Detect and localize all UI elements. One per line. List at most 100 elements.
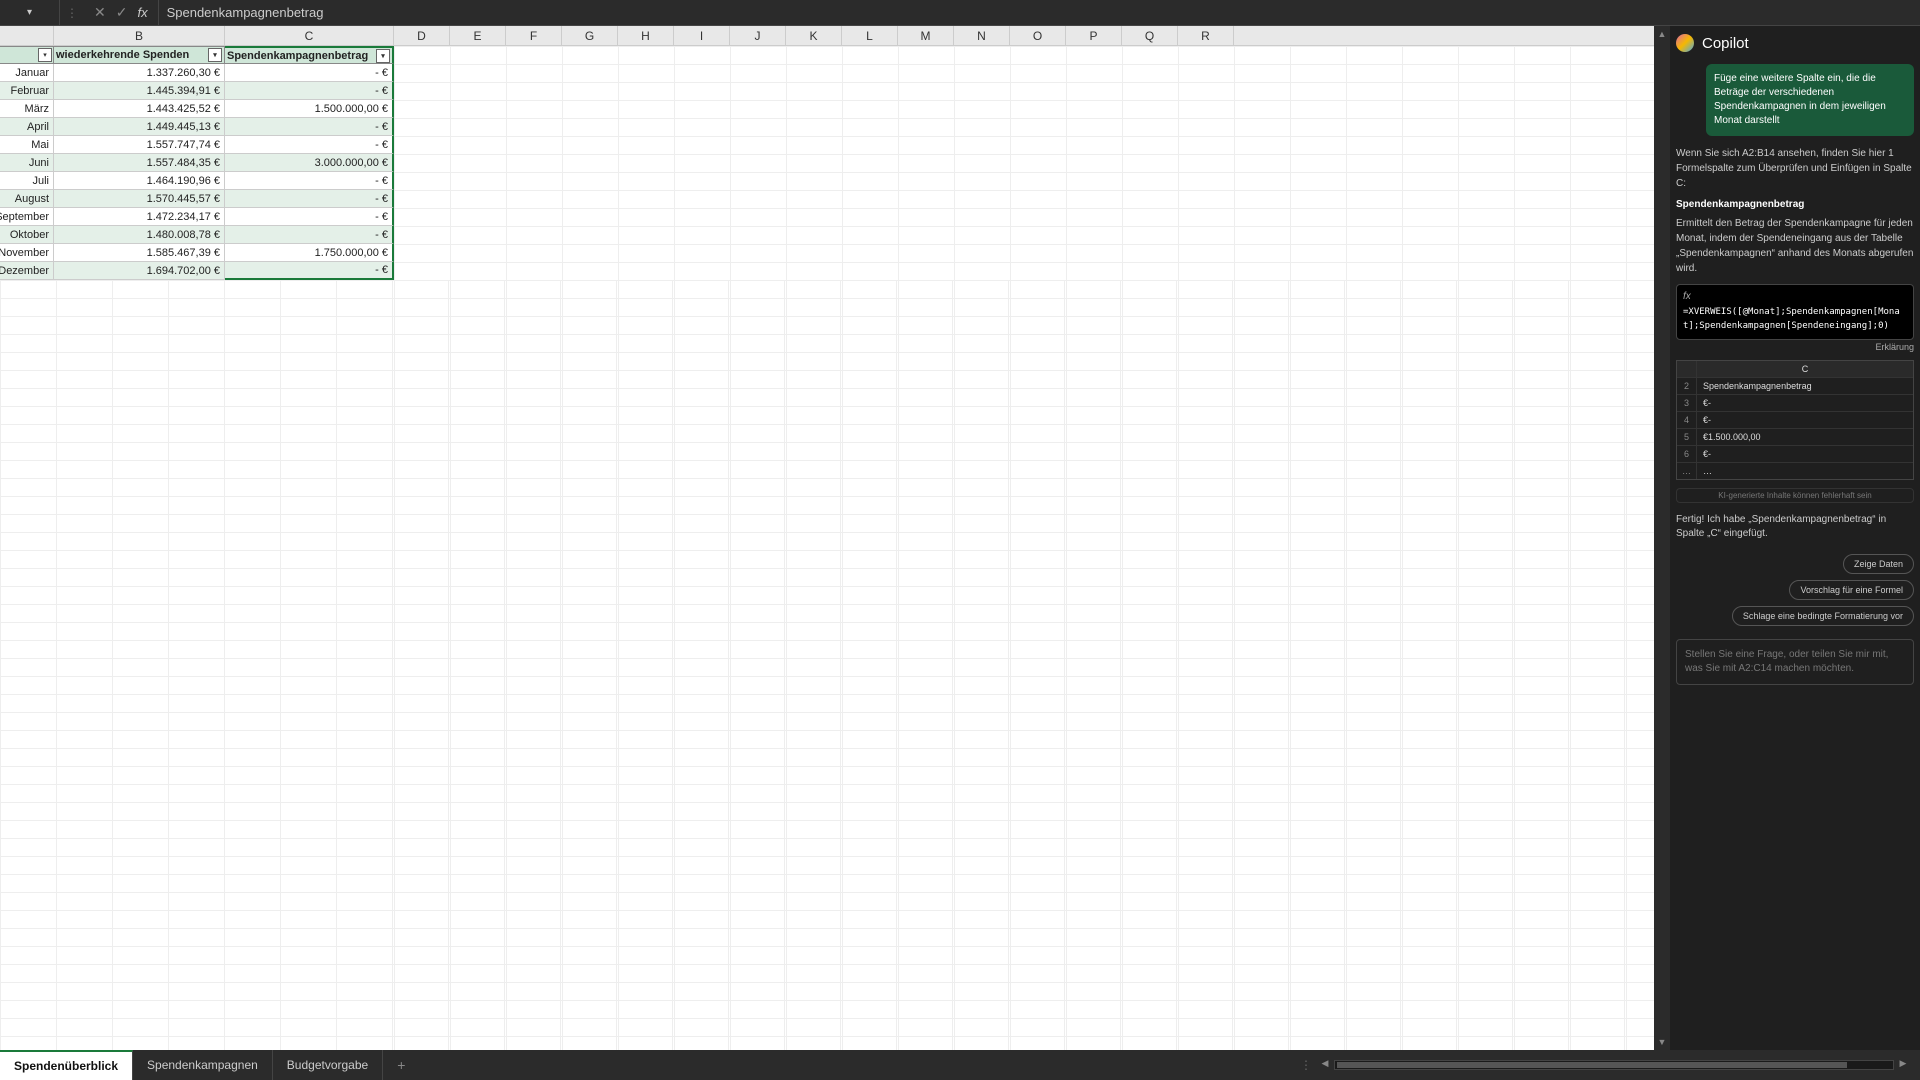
formula-code[interactable]: =XVERWEIS([@Monat];Spendenkampagnen[Mona… (1683, 306, 1907, 333)
col-header-n[interactable]: N (954, 26, 1010, 45)
table-row[interactable]: September1.472.234,17 €- € (0, 208, 394, 226)
col-header-g[interactable]: G (562, 26, 618, 45)
recurring-cell[interactable]: 1.449.445,13 € (54, 118, 225, 136)
campaign-cell[interactable]: - € (225, 118, 394, 136)
campaign-cell[interactable]: - € (225, 172, 394, 190)
ask-input[interactable]: Stellen Sie eine Frage, oder teilen Sie … (1676, 639, 1914, 685)
recurring-cell[interactable]: 1.445.394,91 € (54, 82, 225, 100)
col-header-p[interactable]: P (1066, 26, 1122, 45)
sheet-tab-spendenueberblick[interactable]: Spendenüberblick (0, 1050, 133, 1080)
month-cell[interactable]: Januar (0, 64, 54, 82)
divider-icon: ⋮ (60, 6, 84, 20)
col-header-d[interactable]: D (394, 26, 450, 45)
name-box[interactable]: ▾ (0, 0, 60, 25)
sheet-tab-budgetvorgabe[interactable]: Budgetvorgabe (273, 1050, 383, 1080)
recurring-cell[interactable]: 1.337.260,30 € (54, 64, 225, 82)
recurring-cell[interactable]: 1.570.445,57 € (54, 190, 225, 208)
user-message: Füge eine weitere Spalte ein, die die Be… (1706, 64, 1914, 136)
table-row[interactable]: März1.443.425,52 €1.500.000,00 € (0, 100, 394, 118)
table-row[interactable]: Juli1.464.190,96 €- € (0, 172, 394, 190)
scroll-left-icon[interactable]: ◀ (1318, 1058, 1332, 1072)
col-header-o[interactable]: O (1010, 26, 1066, 45)
campaign-cell[interactable]: - € (225, 64, 394, 82)
table-row[interactable]: Dezember1.694.702,00 €- € (0, 262, 394, 280)
scroll-down-icon[interactable]: ▼ (1654, 1034, 1670, 1050)
cancel-icon[interactable]: ✕ (94, 4, 106, 21)
sheet-tab-spendenkampagnen[interactable]: Spendenkampagnen (133, 1050, 273, 1080)
campaign-cell[interactable]: 3.000.000,00 € (225, 154, 394, 172)
month-cell[interactable]: April (0, 118, 54, 136)
col-header-f[interactable]: F (506, 26, 562, 45)
grid[interactable]: ▾ wiederkehrende Spenden ▾ Spendenkampagn… (0, 46, 1654, 1050)
formula-preview: fx =XVERWEIS([@Monat];Spendenkampagnen[M… (1676, 284, 1914, 340)
table-row[interactable]: April1.449.445,13 €- € (0, 118, 394, 136)
table-row[interactable]: Januar1.337.260,30 €- € (0, 64, 394, 82)
campaign-cell[interactable]: - € (225, 136, 394, 154)
table-row[interactable]: Mai1.557.747,74 €- € (0, 136, 394, 154)
campaign-cell[interactable]: 1.500.000,00 € (225, 100, 394, 118)
suggestion-chip[interactable]: Vorschlag für eine Formel (1789, 580, 1914, 600)
recurring-cell[interactable]: 1.557.747,74 € (54, 136, 225, 154)
confirm-icon[interactable]: ✓ (116, 4, 128, 21)
recurring-cell[interactable]: 1.464.190,96 € (54, 172, 225, 190)
formula-input[interactable] (159, 0, 1920, 25)
campaign-cell[interactable]: - € (225, 262, 394, 280)
col-header-l[interactable]: L (842, 26, 898, 45)
scroll-right-icon[interactable]: ▶ (1896, 1058, 1910, 1072)
col-header-c[interactable]: C (225, 26, 394, 45)
month-cell[interactable]: Juli (0, 172, 54, 190)
month-cell[interactable]: November (0, 244, 54, 262)
column-header-kampagnen[interactable]: Spendenkampagnenbetrag▾ (225, 46, 394, 64)
col-header-m[interactable]: M (898, 26, 954, 45)
campaign-cell[interactable]: 1.750.000,00 € (225, 244, 394, 262)
filter-button[interactable]: ▾ (38, 48, 52, 62)
recurring-cell[interactable]: 1.480.008,78 € (54, 226, 225, 244)
divider-icon: ⋮ (1294, 1058, 1318, 1072)
suggestion-chip[interactable]: Zeige Daten (1843, 554, 1914, 574)
horizontal-scrollbar[interactable]: ◀ ▶ (1318, 1058, 1920, 1072)
filter-button[interactable]: ▾ (208, 48, 222, 62)
add-sheet-button[interactable]: + (383, 1057, 419, 1073)
campaign-cell[interactable]: - € (225, 208, 394, 226)
month-cell[interactable]: Februar (0, 82, 54, 100)
table-row[interactable]: Oktober1.480.008,78 €- € (0, 226, 394, 244)
recurring-cell[interactable]: 1.694.702,00 € (54, 262, 225, 280)
col-header-i[interactable]: I (674, 26, 730, 45)
col-header-b[interactable]: B (54, 26, 225, 45)
column-header-wiederkehrende[interactable]: wiederkehrende Spenden ▾ (54, 46, 225, 64)
campaign-cell[interactable]: - € (225, 190, 394, 208)
recurring-cell[interactable]: 1.557.484,35 € (54, 154, 225, 172)
table-row[interactable]: August1.570.445,57 €- € (0, 190, 394, 208)
select-all-corner[interactable] (0, 26, 54, 45)
col-label-b: wiederkehrende Spenden (56, 49, 189, 61)
campaign-cell[interactable]: - € (225, 226, 394, 244)
month-cell[interactable]: September (0, 208, 54, 226)
suggestion-chip[interactable]: Schlage eine bedingte Formatierung vor (1732, 606, 1914, 626)
table-row[interactable]: Februar1.445.394,91 €- € (0, 82, 394, 100)
col-header-q[interactable]: Q (1122, 26, 1178, 45)
month-cell[interactable]: Oktober (0, 226, 54, 244)
col-header-r[interactable]: R (1178, 26, 1234, 45)
explain-link[interactable]: Erklärung (1676, 342, 1914, 352)
filter-button[interactable]: ▾ (376, 49, 390, 63)
table-row[interactable]: Juni1.557.484,35 €3.000.000,00 € (0, 154, 394, 172)
copilot-done: Fertig! Ich habe „Spendenkampagnenbetrag… (1676, 513, 1914, 541)
table-row[interactable]: November1.585.467,39 €1.750.000,00 € (0, 244, 394, 262)
fx-icon[interactable]: fx (137, 5, 147, 20)
month-cell[interactable]: März (0, 100, 54, 118)
vertical-scrollbar[interactable]: ▲ ▼ (1654, 26, 1670, 1050)
col-header-k[interactable]: K (786, 26, 842, 45)
month-cell[interactable]: Mai (0, 136, 54, 154)
month-cell[interactable]: Juni (0, 154, 54, 172)
col-header-e[interactable]: E (450, 26, 506, 45)
col-header-j[interactable]: J (730, 26, 786, 45)
recurring-cell[interactable]: 1.472.234,17 € (54, 208, 225, 226)
col-header-h[interactable]: H (618, 26, 674, 45)
campaign-cell[interactable]: - € (225, 82, 394, 100)
scroll-up-icon[interactable]: ▲ (1654, 26, 1670, 42)
month-cell[interactable]: August (0, 190, 54, 208)
fx-icon: fx (1683, 291, 1907, 302)
recurring-cell[interactable]: 1.443.425,52 € (54, 100, 225, 118)
month-cell[interactable]: Dezember (0, 262, 54, 280)
recurring-cell[interactable]: 1.585.467,39 € (54, 244, 225, 262)
